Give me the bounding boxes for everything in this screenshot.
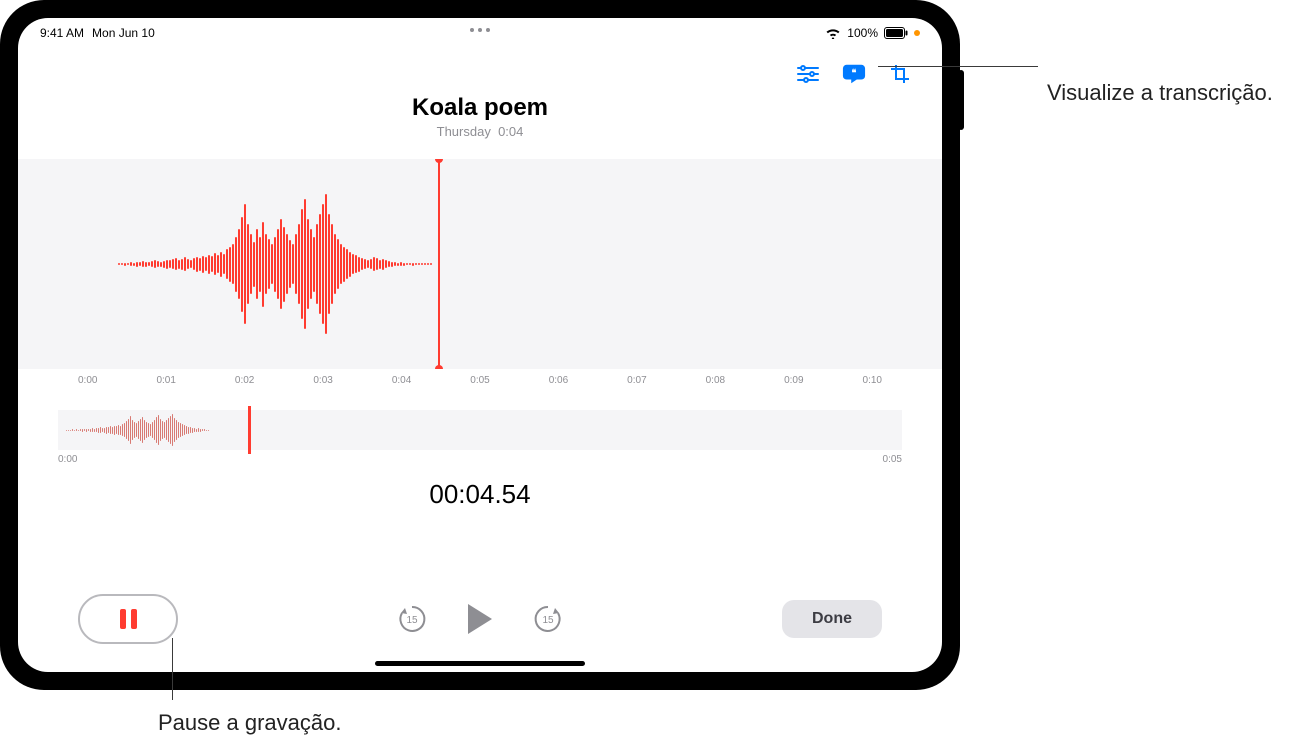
recording-day: Thursday [437,124,491,139]
status-time: 9:41 AM [40,26,84,40]
skip-forward-15-button[interactable]: 15 [532,603,564,635]
overview-end: 0:05 [883,454,902,465]
ruler-tick: 0:02 [235,375,254,386]
callout-line-pause [172,638,173,700]
ruler-tick: 0:04 [392,375,411,386]
ipad-frame: 9:41 AM Mon Jun 10 100% [0,0,960,690]
recording-header: Koala poem Thursday 0:04 [18,94,942,139]
ruler-tick: 0:10 [863,375,882,386]
callout-pause: Pause a gravação. [158,710,341,736]
time-ruler: 0:00 0:01 0:02 0:03 0:04 0:05 0:06 0:07 0:08 0:09… [18,369,942,386]
power-hardware [958,70,964,130]
ruler-tick: 0:00 [78,375,97,386]
multitasking-dots[interactable] [470,28,490,32]
ruler-tick: 0:01 [156,375,175,386]
ruler-tick: 0:08 [706,375,725,386]
overview-cursor[interactable] [248,406,251,454]
playhead[interactable] [438,159,440,369]
ruler-tick: 0:09 [784,375,803,386]
play-button[interactable] [468,604,492,634]
transcript-icon[interactable]: ❝ [842,62,866,86]
waveform-graphic [118,189,432,339]
elapsed-time: 00:04.54 [18,479,942,510]
ruler-tick: 0:06 [549,375,568,386]
waveform-overview[interactable] [58,410,902,450]
options-icon[interactable] [796,62,820,86]
mic-in-use-indicator [914,30,920,36]
callout-transcript: Visualize a transcrição. [1047,80,1273,106]
svg-text:❝: ❝ [852,67,857,77]
status-date: Mon Jun 10 [92,26,155,40]
screen: 9:41 AM Mon Jun 10 100% [18,18,942,672]
callout-line-transcript [878,66,1038,67]
volume-down-hardware [150,0,200,2]
recording-subtitle: Thursday 0:04 [18,124,942,139]
pause-button[interactable] [78,594,178,644]
ruler-tick: 0:05 [470,375,489,386]
recording-length: 0:04 [498,124,523,139]
waveform-editor[interactable] [18,159,942,369]
transport-controls: 15 15 Done [18,594,942,644]
svg-text:15: 15 [542,615,554,626]
pause-icon [120,609,137,629]
recording-title[interactable]: Koala poem [18,94,942,122]
home-indicator[interactable] [375,661,585,666]
battery-percent: 100% [847,26,878,40]
overview-start: 0:00 [58,454,77,465]
overview-wave [66,410,209,450]
svg-text:15: 15 [406,615,418,626]
done-button[interactable]: Done [782,600,882,638]
volume-up-hardware [90,0,140,2]
ruler-tick: 0:03 [313,375,332,386]
battery-icon [884,27,908,39]
skip-back-15-button[interactable]: 15 [396,603,428,635]
wifi-icon [825,27,841,39]
ruler-tick: 0:07 [627,375,646,386]
